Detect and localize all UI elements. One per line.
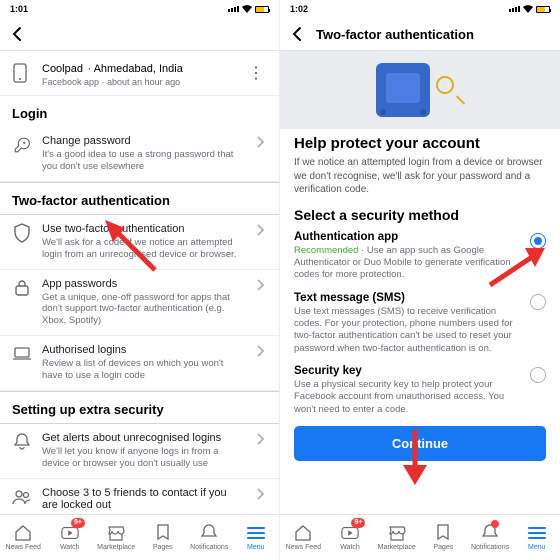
more-icon[interactable]: ⋮	[244, 63, 267, 83]
continue-button[interactable]: Continue	[294, 426, 546, 461]
method-sms[interactable]: Text message (SMS) Use text messages (SM…	[294, 292, 546, 355]
status-indicators	[509, 5, 550, 13]
chevron-right-icon	[255, 135, 267, 149]
chevron-right-icon	[255, 278, 267, 292]
row-authorised-logins[interactable]: Authorised loginsReview a list of device…	[0, 336, 279, 391]
section-twofa: Two-factor authentication	[0, 182, 279, 215]
recommended-label: Recommended	[294, 245, 358, 256]
tab-bar: News Feed 9+Watch Marketplace Pages Noti…	[0, 514, 279, 560]
radio-auth-app[interactable]	[530, 233, 546, 249]
header	[0, 18, 279, 51]
status-time: 1:01	[10, 4, 28, 14]
section-extra-security: Setting up extra security	[0, 391, 279, 424]
key-icon	[12, 135, 32, 155]
tab-pages[interactable]: Pages	[420, 515, 467, 560]
back-icon[interactable]	[290, 26, 306, 42]
tab-menu[interactable]: Menu	[233, 515, 280, 560]
settings-content: Coolpad · Ahmedabad, India Facebook app …	[0, 51, 279, 514]
radio-sms[interactable]	[530, 294, 546, 310]
device-name: Coolpad	[42, 63, 83, 75]
screen-security-settings: 1:01 Coolpad · Ahmedabad, India Facebook…	[0, 0, 280, 560]
method-security-key[interactable]: Security key Use a physical security key…	[294, 365, 546, 416]
back-icon[interactable]	[10, 26, 26, 42]
section-login: Login	[0, 96, 279, 127]
header: Two-factor authentication	[280, 18, 560, 51]
watch-badge: 9+	[351, 518, 365, 528]
watch-badge: 9+	[71, 518, 85, 528]
row-use-2fa[interactable]: Use two-factor authenticationWe'll ask f…	[0, 215, 279, 270]
status-bar: 1:01	[0, 0, 279, 18]
page-title: Two-factor authentication	[316, 27, 474, 42]
chevron-right-icon	[255, 487, 267, 501]
tab-bar: News Feed 9+Watch Marketplace Pages Noti…	[280, 514, 560, 560]
radio-security-key[interactable]	[530, 367, 546, 383]
tab-notifications[interactable]: Notifications	[467, 515, 514, 560]
screen-2fa-setup: 1:02 Two-factor authentication Help prot…	[280, 0, 560, 560]
tab-news-feed[interactable]: News Feed	[280, 515, 327, 560]
hero-illustration	[280, 51, 560, 129]
method-auth-app[interactable]: Authentication app Recommended · Use an …	[294, 231, 546, 282]
magnifier-icon	[436, 76, 464, 104]
laptop-icon	[12, 344, 32, 364]
status-time: 1:02	[290, 4, 308, 14]
row-login-alerts[interactable]: Get alerts about unrecognised loginsWe'l…	[0, 424, 279, 479]
intro-text: If we notice an attempted login from a d…	[294, 156, 546, 197]
chevron-right-icon	[255, 432, 267, 446]
tab-marketplace[interactable]: Marketplace	[373, 515, 420, 560]
tab-menu[interactable]: Menu	[513, 515, 560, 560]
row-change-password[interactable]: Change passwordIt's a good idea to use a…	[0, 127, 279, 182]
setup-content: Help protect your account If we notice a…	[280, 135, 560, 514]
people-icon	[12, 487, 32, 507]
tab-marketplace[interactable]: Marketplace	[93, 515, 140, 560]
device-row[interactable]: Coolpad · Ahmedabad, India Facebook app …	[0, 51, 279, 96]
row-trusted-contacts[interactable]: Choose 3 to 5 friends to contact if you …	[0, 479, 279, 514]
tab-watch[interactable]: 9+Watch	[327, 515, 374, 560]
shield-icon	[12, 223, 32, 243]
status-indicators	[228, 5, 269, 13]
phone-icon	[12, 63, 32, 83]
bell-icon	[12, 432, 32, 452]
tab-notifications[interactable]: Notifications	[186, 515, 233, 560]
status-bar: 1:02	[280, 0, 560, 18]
device-location: Ahmedabad, India	[94, 63, 183, 75]
chevron-right-icon	[255, 344, 267, 358]
safe-icon	[376, 63, 430, 117]
headline: Help protect your account	[294, 135, 546, 152]
tab-pages[interactable]: Pages	[140, 515, 187, 560]
row-app-passwords[interactable]: App passwordsGet a unique, one-off passw…	[0, 270, 279, 337]
device-sub: Facebook app · about an hour ago	[42, 77, 234, 87]
lock-icon	[12, 278, 32, 298]
tab-news-feed[interactable]: News Feed	[0, 515, 47, 560]
select-method-heading: Select a security method	[294, 207, 546, 223]
chevron-right-icon	[255, 223, 267, 237]
tab-watch[interactable]: 9+Watch	[47, 515, 94, 560]
